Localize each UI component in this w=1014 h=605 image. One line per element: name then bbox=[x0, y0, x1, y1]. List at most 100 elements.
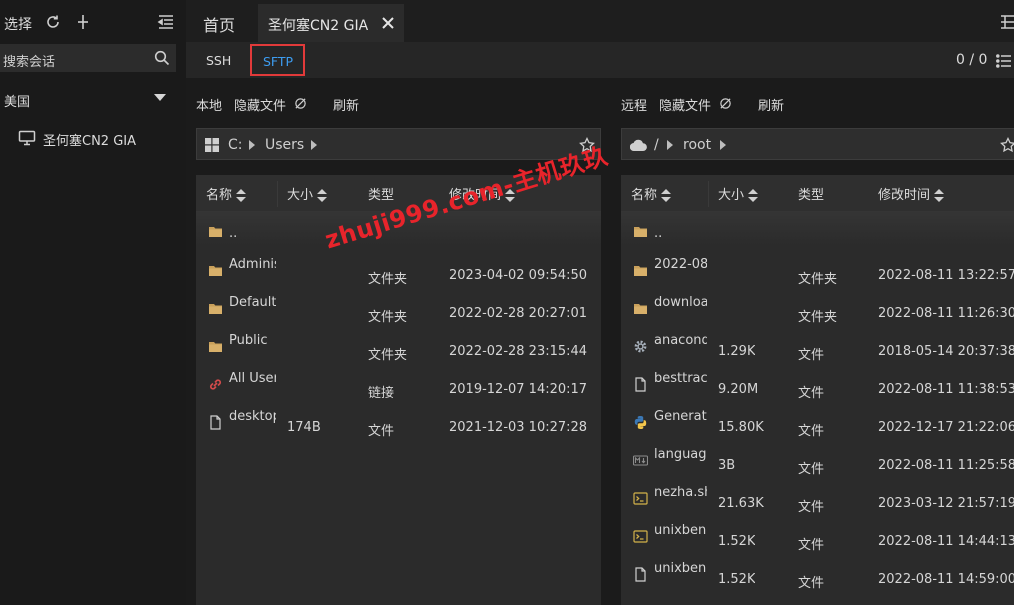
path-segment[interactable]: Users bbox=[265, 137, 304, 153]
file-size: 3B bbox=[718, 458, 736, 473]
file-size: 21.63K bbox=[718, 496, 764, 511]
eye-off-icon[interactable] bbox=[294, 97, 307, 110]
column-mtime[interactable]: 修改时间 bbox=[878, 184, 945, 203]
file-mtime: 2022-08-11 11:25:58 bbox=[878, 458, 1014, 473]
file-type: 文件 bbox=[798, 424, 825, 439]
table-row[interactable]: anacond 1.29K 文件 2018-05-14 20:37:38 bbox=[621, 329, 1014, 367]
table-row[interactable]: Public 文件夹 2022-02-28 23:15:44 bbox=[196, 329, 601, 367]
caret-down-icon[interactable] bbox=[154, 94, 166, 101]
chevron-right-icon bbox=[720, 140, 726, 150]
star-icon[interactable] bbox=[1000, 137, 1014, 153]
column-divider[interactable] bbox=[277, 181, 278, 207]
layout-icon[interactable] bbox=[1000, 14, 1014, 30]
path-segment[interactable]: root bbox=[683, 137, 711, 153]
table-row[interactable]: besttrac 9.20M 文件 2022-08-11 11:38:53 bbox=[621, 367, 1014, 405]
sort-icon bbox=[661, 188, 672, 203]
tab-session-label: 圣何塞CN2 GIA bbox=[268, 18, 369, 34]
file-name: Default bbox=[229, 295, 276, 310]
split-icon[interactable] bbox=[74, 13, 92, 31]
collapse-sidebar-icon[interactable] bbox=[157, 13, 175, 31]
remote-hide-files-button[interactable]: 隐藏文件 bbox=[659, 95, 711, 114]
session-group-usa[interactable]: 美国 bbox=[0, 86, 176, 112]
local-hide-files-button[interactable]: 隐藏文件 bbox=[234, 95, 286, 114]
file-name: nezha.sh bbox=[654, 485, 707, 500]
table-row[interactable]: desktop 174B 文件 2021-12-03 10:27:28 bbox=[196, 405, 601, 443]
windows-icon bbox=[205, 138, 219, 152]
file-type: 文件夹 bbox=[798, 310, 838, 325]
file-type: 文件 bbox=[798, 576, 825, 591]
file-size: 9.20M bbox=[718, 382, 759, 397]
refresh-icon[interactable] bbox=[44, 13, 62, 31]
file-type: 文件 bbox=[798, 462, 825, 477]
gear-icon bbox=[633, 339, 648, 354]
file-name: downloa bbox=[654, 295, 707, 310]
file-icon bbox=[208, 415, 223, 430]
file-type: 文件夹 bbox=[368, 348, 408, 363]
table-row[interactable]: Adminis 文件夹 2023-04-02 09:54:50 bbox=[196, 253, 601, 291]
table-row[interactable]: 2022-08 文件夹 2022-08-11 13:22:57 bbox=[621, 253, 1014, 291]
tab-session[interactable]: 圣何塞CN2 GIA bbox=[258, 4, 404, 42]
table-row[interactable]: unixbenc 1.52K 文件 2022-08-11 14:59:00 bbox=[621, 557, 1014, 595]
file-type: 文件 bbox=[798, 386, 825, 401]
remote-path-bar[interactable]: / root bbox=[621, 128, 1014, 160]
path-segment[interactable]: / bbox=[654, 137, 659, 153]
remote-file-table: 名称 大小 类型 修改时间 .. 2022-08 文件夹 2022-08-11 13:… bbox=[621, 175, 1014, 605]
table-row[interactable]: nezha.sh 21.63K 文件 2023-03-12 21:57:19 bbox=[621, 481, 1014, 519]
chevron-right-icon bbox=[311, 140, 317, 150]
path-segment[interactable]: C: bbox=[228, 137, 243, 153]
link-icon bbox=[208, 377, 223, 392]
table-row[interactable]: Generate 15.80K 文件 2022-12-17 21:22:06 bbox=[621, 405, 1014, 443]
close-icon[interactable] bbox=[380, 15, 396, 31]
file-name: Generate bbox=[654, 409, 707, 424]
local-refresh-button[interactable]: 刷新 bbox=[333, 95, 359, 114]
file-icon bbox=[633, 567, 648, 582]
folder-icon bbox=[633, 301, 648, 316]
folder-icon bbox=[208, 339, 223, 354]
search-bar[interactable]: 搜索会话 bbox=[0, 44, 176, 72]
column-divider[interactable] bbox=[708, 181, 709, 207]
table-row[interactable]: Default 文件夹 2022-02-28 20:27:01 bbox=[196, 291, 601, 329]
folder-icon bbox=[633, 224, 648, 239]
table-row[interactable]: downloa 文件夹 2022-08-11 11:26:30 bbox=[621, 291, 1014, 329]
file-size: 1.52K bbox=[718, 572, 756, 587]
column-size[interactable]: 大小 bbox=[287, 184, 328, 203]
remote-title: 远程 bbox=[621, 99, 648, 114]
chevron-right-icon bbox=[667, 140, 673, 150]
eye-off-icon[interactable] bbox=[719, 97, 732, 110]
session-item[interactable]: 圣何塞CN2 GIA bbox=[18, 127, 178, 149]
chevron-right-icon bbox=[249, 140, 255, 150]
table-row[interactable]: language 3B 文件 2022-08-11 11:25:58 bbox=[621, 443, 1014, 481]
transfer-counter: 0 / 0 bbox=[956, 52, 988, 68]
sort-icon bbox=[317, 188, 328, 203]
file-name: besttrac bbox=[654, 371, 707, 386]
search-input[interactable]: 搜索会话 bbox=[3, 51, 55, 70]
file-mtime: 2022-02-28 20:27:01 bbox=[449, 306, 588, 321]
table-row[interactable]: .. bbox=[621, 215, 1014, 253]
search-icon[interactable] bbox=[154, 50, 170, 66]
sidebar: 选择 搜索会话 美国 圣何塞CN2 GIA bbox=[0, 0, 186, 605]
column-size[interactable]: 大小 bbox=[718, 184, 759, 203]
file-name: language bbox=[654, 447, 707, 462]
file-name: unixbenc bbox=[654, 561, 707, 576]
list-icon[interactable] bbox=[996, 53, 1012, 69]
sort-icon bbox=[236, 188, 247, 203]
file-mtime: 2023-04-02 09:54:50 bbox=[449, 268, 588, 283]
column-name[interactable]: 名称 bbox=[631, 184, 672, 203]
file-name: .. bbox=[229, 226, 238, 241]
file-name: unixbenc bbox=[654, 523, 707, 538]
file-type: 文件 bbox=[798, 348, 825, 363]
file-type: 文件夹 bbox=[368, 272, 408, 287]
table-row[interactable]: All User 链接 2019-12-07 14:20:17 bbox=[196, 367, 601, 405]
sub-tab-bar: SSH SFTP 0 / 0 bbox=[186, 42, 1014, 78]
tab-home[interactable]: 首页 bbox=[203, 12, 235, 36]
tab-sftp[interactable]: SFTP bbox=[250, 44, 305, 76]
column-type[interactable]: 类型 bbox=[798, 184, 824, 203]
tab-ssh[interactable]: SSH bbox=[206, 53, 231, 68]
file-name: anacond bbox=[654, 333, 707, 348]
column-name[interactable]: 名称 bbox=[206, 184, 247, 203]
file-mtime: 2019-12-07 14:20:17 bbox=[449, 382, 588, 397]
select-button[interactable]: 选择 bbox=[4, 14, 32, 34]
file-mtime: 2022-08-11 13:22:57 bbox=[878, 268, 1014, 283]
remote-refresh-button[interactable]: 刷新 bbox=[758, 95, 784, 114]
table-row[interactable]: unixbenc 1.52K 文件 2022-08-11 14:44:13 bbox=[621, 519, 1014, 557]
